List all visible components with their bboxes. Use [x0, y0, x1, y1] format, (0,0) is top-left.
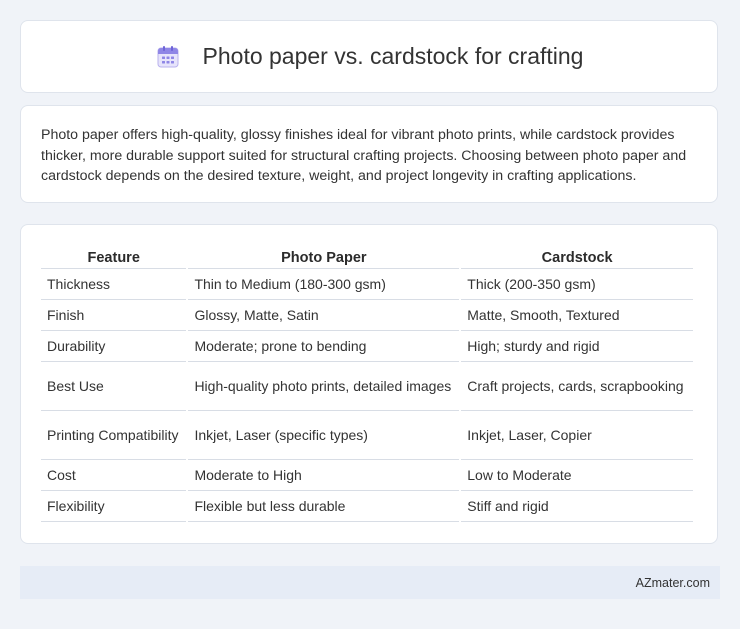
table-row: Cost Moderate to High Low to Moderate [41, 460, 693, 491]
column-header: Photo Paper [188, 247, 460, 269]
table-cell: Glossy, Matte, Satin [188, 300, 460, 331]
table-cell: Durability [41, 331, 187, 362]
comparison-table-card: Feature Photo Paper Cardstock Thickness … [20, 224, 718, 544]
title-card: Photo paper vs. cardstock for crafting [20, 20, 718, 93]
table-cell: Low to Moderate [461, 460, 693, 491]
intro-card: Photo paper offers high-quality, glossy … [20, 105, 718, 203]
table-cell: Best Use [41, 362, 187, 411]
table-cell: High-quality photo prints, detailed imag… [188, 362, 460, 411]
column-header: Feature [41, 247, 187, 269]
table-row: Durability Moderate; prone to bending Hi… [41, 331, 693, 362]
table-cell: Thickness [41, 269, 187, 300]
table-cell: Matte, Smooth, Textured [461, 300, 693, 331]
table-row: Best Use High-quality photo prints, deta… [41, 362, 693, 411]
column-header: Cardstock [461, 247, 693, 269]
table-cell: Finish [41, 300, 187, 331]
table-cell: Thin to Medium (180-300 gsm) [188, 269, 460, 300]
table-cell: Craft projects, cards, scrapbooking [461, 362, 693, 411]
page-title: Photo paper vs. cardstock for crafting [202, 43, 584, 69]
footer: AZmater.com [20, 566, 720, 599]
table-row: Thickness Thin to Medium (180-300 gsm) T… [41, 269, 693, 300]
table-header-row: Feature Photo Paper Cardstock [41, 247, 693, 269]
table-cell: High; sturdy and rigid [461, 331, 693, 362]
table-cell: Cost [41, 460, 187, 491]
intro-paragraph: Photo paper offers high-quality, glossy … [41, 127, 687, 184]
table-row: Finish Glossy, Matte, Satin Matte, Smoot… [41, 300, 693, 331]
table-cell: Thick (200-350 gsm) [461, 269, 693, 300]
table-cell: Moderate; prone to bending [188, 331, 460, 362]
table-row: Printing Compatibility Inkjet, Laser (sp… [41, 411, 693, 460]
table-cell: Moderate to High [188, 460, 460, 491]
title-wrap: Photo paper vs. cardstock for crafting [155, 43, 584, 70]
table-cell: Flexible but less durable [188, 491, 460, 522]
table-cell: Flexibility [41, 491, 187, 522]
calendar-icon [155, 44, 181, 70]
comparison-table: Feature Photo Paper Cardstock Thickness … [39, 247, 695, 522]
table-cell: Inkjet, Laser, Copier [461, 411, 693, 460]
footer-brand: AZmater.com [635, 575, 710, 590]
table-cell: Inkjet, Laser (specific types) [188, 411, 460, 460]
table-cell: Printing Compatibility [41, 411, 187, 460]
table-row: Flexibility Flexible but less durable St… [41, 491, 693, 522]
table-cell: Stiff and rigid [461, 491, 693, 522]
